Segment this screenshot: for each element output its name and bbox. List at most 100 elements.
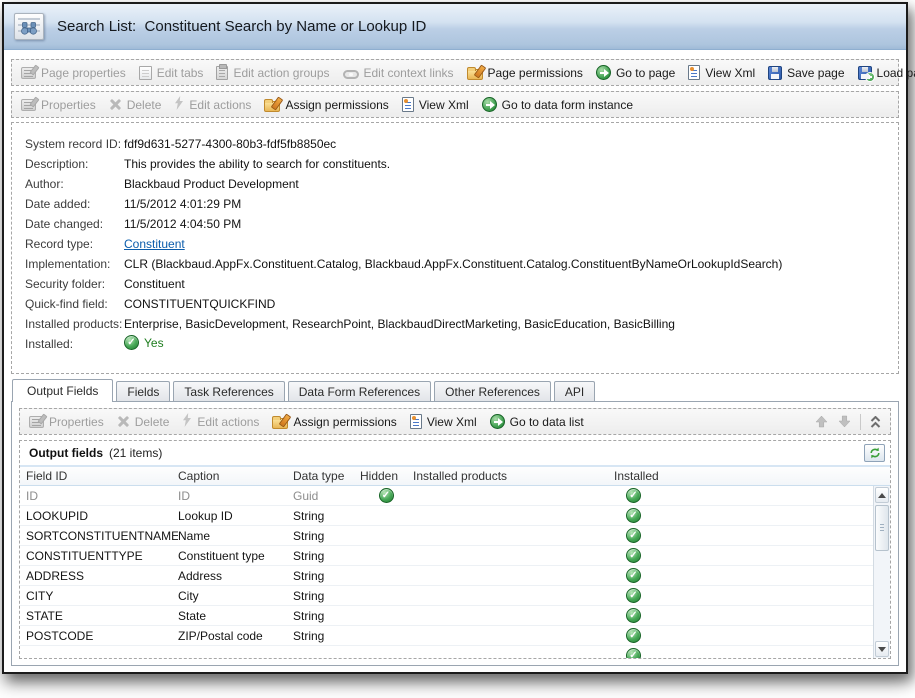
cell-data-type: String bbox=[293, 549, 359, 563]
installed-label: Installed: bbox=[25, 337, 124, 351]
go-to-data-form-instance-button[interactable]: Go to data form instance bbox=[477, 95, 641, 114]
edit-action-groups-label: Edit action groups bbox=[233, 66, 329, 80]
view-xml-label: View Xml bbox=[419, 98, 469, 112]
cell-caption: Name bbox=[178, 529, 293, 543]
edit-tabs-label: Edit tabs bbox=[157, 66, 204, 80]
move-down-button[interactable] bbox=[833, 413, 856, 430]
edit-tabs-button[interactable]: Edit tabs bbox=[134, 64, 212, 82]
instance-toolbar: Properties Delete Edit actions Assign pe… bbox=[11, 91, 899, 118]
detail-row: Author:Blackbaud Product Development bbox=[25, 177, 898, 197]
scroll-up-button[interactable] bbox=[875, 487, 889, 503]
tab-fields[interactable]: Fields bbox=[116, 381, 170, 401]
tab-data-form-references[interactable]: Data Form References bbox=[288, 381, 431, 401]
tab-other-references[interactable]: Other References bbox=[434, 381, 551, 401]
table-row-partial[interactable] bbox=[20, 646, 873, 658]
table-row[interactable]: CITY City String bbox=[20, 586, 873, 606]
table-row[interactable]: ADDRESS Address String bbox=[20, 566, 873, 586]
column-header-data-type[interactable]: Data type bbox=[293, 469, 359, 483]
tab-strip: Output Fields Fields Task References Dat… bbox=[11, 378, 899, 401]
edit-action-groups-button[interactable]: Edit action groups bbox=[211, 64, 337, 82]
installed-check-icon bbox=[626, 548, 641, 563]
go-to-data-list-button[interactable]: Go to data list bbox=[485, 412, 592, 431]
column-header-installed[interactable]: Installed bbox=[613, 469, 703, 483]
edit-actions-button[interactable]: Edit actions bbox=[177, 411, 267, 432]
edit-context-links-label: Edit context links bbox=[364, 66, 454, 80]
grid-body: ID ID Guid LOOKUPID Lookup ID String bbox=[20, 486, 890, 658]
x-icon bbox=[109, 98, 122, 111]
page-permissions-label: Page permissions bbox=[488, 66, 583, 80]
chain-link-icon bbox=[343, 70, 359, 79]
table-row[interactable]: POSTCODE ZIP/Postal code String bbox=[20, 626, 873, 646]
cell-data-type: String bbox=[293, 609, 359, 623]
detail-row: System record ID:fdf9d631-5277-4300-80b3… bbox=[25, 137, 898, 157]
page-title: Search List: Constituent Search by Name … bbox=[57, 18, 426, 35]
go-to-page-button[interactable]: Go to page bbox=[591, 63, 683, 82]
collapse-section-button[interactable] bbox=[865, 414, 886, 430]
move-up-button[interactable] bbox=[810, 413, 833, 430]
assign-permissions-label: Assign permissions bbox=[285, 98, 388, 112]
assign-permissions-button[interactable]: Assign permissions bbox=[259, 96, 396, 114]
vertical-scrollbar[interactable] bbox=[873, 486, 890, 658]
column-header-field-id[interactable]: Field ID bbox=[20, 469, 178, 483]
column-header-hidden[interactable]: Hidden bbox=[359, 469, 413, 483]
folder-pencil-icon bbox=[467, 69, 483, 80]
view-xml-button[interactable]: View Xml bbox=[405, 412, 485, 431]
assign-permissions-button[interactable]: Assign permissions bbox=[267, 413, 404, 431]
page-permissions-button[interactable]: Page permissions bbox=[462, 64, 591, 82]
output-fields-list: Output fields (21 items) Field ID Captio… bbox=[19, 440, 891, 659]
view-xml-label: View Xml bbox=[427, 415, 477, 429]
installed-check-icon bbox=[626, 508, 641, 523]
table-row[interactable]: ID ID Guid bbox=[20, 486, 873, 506]
save-page-button[interactable]: Save page bbox=[763, 64, 852, 82]
view-xml-button[interactable]: View Xml bbox=[397, 95, 477, 114]
toolbar-separator bbox=[860, 414, 861, 430]
record-type-link[interactable]: Constituent bbox=[124, 237, 185, 251]
refresh-button[interactable] bbox=[864, 444, 885, 462]
properties-button[interactable]: Properties bbox=[16, 96, 104, 114]
edit-context-links-button[interactable]: Edit context links bbox=[338, 64, 462, 82]
cell-caption: City bbox=[178, 589, 293, 603]
detail-row: Description:This provides the ability to… bbox=[25, 157, 898, 177]
clipboard-icon bbox=[216, 66, 228, 80]
view-xml-button[interactable]: View Xml bbox=[683, 63, 763, 82]
properties-button[interactable]: Properties bbox=[24, 413, 112, 431]
table-row[interactable]: LOOKUPID Lookup ID String bbox=[20, 506, 873, 526]
installed-value: Yes bbox=[144, 336, 164, 350]
scrollbar-track[interactable] bbox=[874, 552, 890, 640]
scroll-down-button[interactable] bbox=[875, 641, 889, 657]
lightning-icon bbox=[174, 96, 184, 113]
column-header-caption[interactable]: Caption bbox=[178, 469, 293, 483]
tab-api[interactable]: API bbox=[554, 381, 595, 401]
cell-field-id: ADDRESS bbox=[20, 569, 178, 583]
xml-document-icon bbox=[688, 65, 700, 80]
table-row[interactable]: STATE State String bbox=[20, 606, 873, 626]
scrollbar-thumb[interactable] bbox=[875, 505, 889, 551]
green-go-arrow-icon bbox=[490, 414, 505, 429]
delete-button[interactable]: Delete bbox=[104, 96, 170, 114]
tab-output-fields[interactable]: Output Fields bbox=[12, 379, 113, 402]
go-to-page-label: Go to page bbox=[616, 66, 675, 80]
plus-badge-icon bbox=[865, 72, 875, 82]
search-list-binoculars-icon bbox=[14, 13, 44, 40]
installed-check-icon bbox=[626, 588, 641, 603]
page-toolbar: Page properties Edit tabs Edit action gr… bbox=[11, 59, 899, 86]
delete-button[interactable]: Delete bbox=[112, 413, 178, 431]
title-bar: Search List: Constituent Search by Name … bbox=[4, 4, 906, 50]
page-properties-button[interactable]: Page properties bbox=[16, 64, 134, 82]
load-page-button[interactable]: Load page bbox=[853, 64, 915, 82]
author-label: Author: bbox=[25, 177, 124, 191]
system-record-id-label: System record ID: bbox=[25, 137, 124, 151]
load-page-label: Load page bbox=[877, 66, 915, 80]
installed-check-icon bbox=[626, 568, 641, 583]
edit-actions-button[interactable]: Edit actions bbox=[169, 94, 259, 115]
green-go-arrow-icon bbox=[482, 97, 497, 112]
date-added-value: 11/5/2012 4:01:29 PM bbox=[124, 197, 241, 211]
description-value: This provides the ability to search for … bbox=[124, 157, 390, 171]
table-row[interactable]: SORTCONSTITUENTNAME Name String bbox=[20, 526, 873, 546]
installed-check-icon bbox=[626, 628, 641, 643]
column-header-installed-products[interactable]: Installed products bbox=[413, 469, 613, 483]
table-row[interactable]: CONSTITUENTTYPE Constituent type String bbox=[20, 546, 873, 566]
tab-task-references[interactable]: Task References bbox=[173, 381, 284, 401]
details-panel: System record ID:fdf9d631-5277-4300-80b3… bbox=[11, 122, 899, 374]
implementation-label: Implementation: bbox=[25, 257, 124, 271]
